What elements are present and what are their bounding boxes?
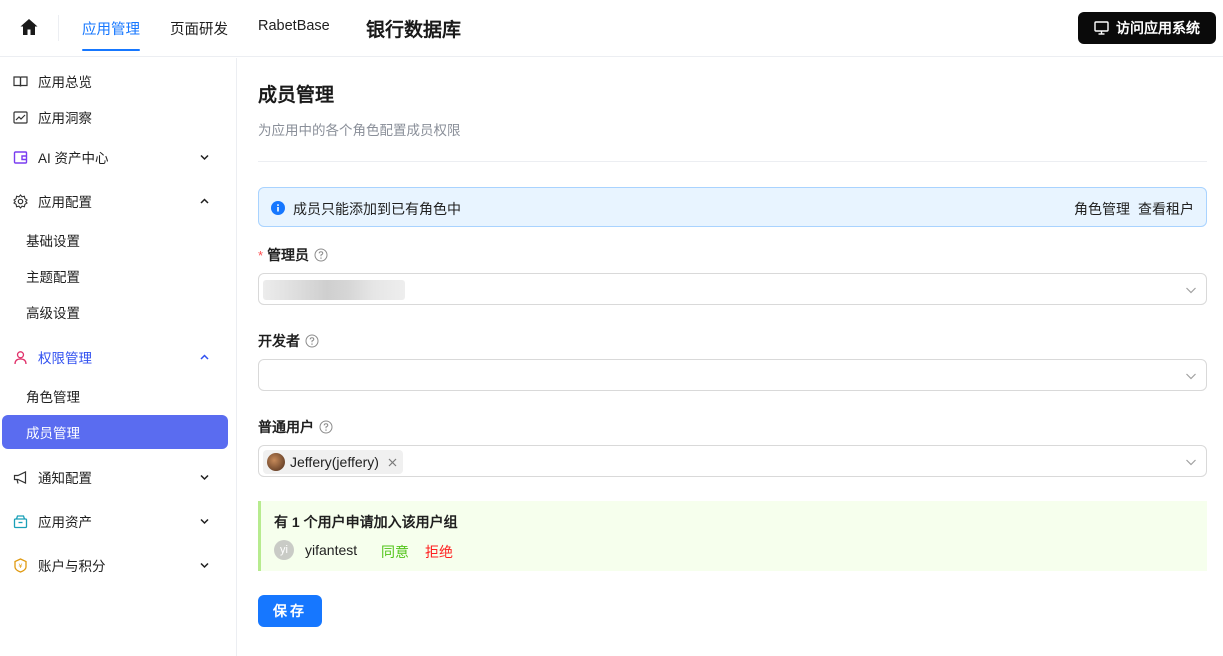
chevron-up-icon [200,198,209,204]
sidebar-item-member-management[interactable]: 成员管理 [2,415,228,449]
sidebar-item-app-overview[interactable]: 应用总览 [0,64,237,98]
avatar [267,453,285,471]
sidebar: 应用总览 应用洞察 AI 资产中心 应用配置 基础设置 主题配置 高级设置 权限… [0,58,237,656]
gear-icon [13,194,28,209]
info-alert-text: 成员只能添加到已有角色中 [293,201,461,217]
chevron-up-icon [200,354,209,360]
user-tag: Jeffery(jeffery) [263,450,403,474]
developer-select[interactable] [258,359,1207,391]
question-circle-icon[interactable] [305,334,319,348]
home-icon[interactable] [19,17,39,37]
sidebar-item-app-assets[interactable]: 应用资产 [0,504,237,538]
sidebar-item-label: 通知配置 [38,471,92,486]
sidebar-item-app-config[interactable]: 应用配置 [0,184,237,218]
sidebar-item-label: 应用总览 [38,75,92,90]
tab-rabetbase[interactable]: RabetBase [258,18,330,34]
sidebar-item-permission-management[interactable]: 权限管理 [0,340,237,374]
page-description: 为应用中的各个角色配置成员权限 [258,123,461,138]
wallet-icon [13,151,28,164]
info-alert: 成员只能添加到已有角色中 角色管理 查看租户 [258,187,1207,227]
chevron-down-icon [200,518,209,525]
sidebar-item-account-points[interactable]: ¥ 账户与积分 [0,548,237,582]
chevron-down-icon [1186,287,1196,294]
sidebar-item-label: 应用资产 [38,515,92,530]
top-navigation-bar: 应用管理 页面研发 RabetBase 银行数据库 访问应用系统 [0,0,1223,57]
view-tenants-link[interactable]: 查看租户 [1138,199,1194,219]
user-tag-label: Jeffery(jeffery) [290,454,379,470]
sidebar-item-label: 角色管理 [26,390,80,405]
sidebar-item-notification-config[interactable]: 通知配置 [0,460,237,494]
sidebar-item-role-management[interactable]: 角色管理 [2,379,228,413]
user-icon [14,351,27,365]
sidebar-item-label: 权限管理 [38,351,92,366]
sidebar-item-label: 成员管理 [26,426,80,441]
sidebar-item-label: AI 资产中心 [38,151,109,166]
join-request-title: 有 1 个用户申请加入该用户组 [274,514,458,530]
developer-label-text: 开发者 [258,333,300,349]
sidebar-item-app-insights[interactable]: 应用洞察 [0,100,237,134]
sidebar-item-label: 应用洞察 [38,111,92,126]
info-icon [271,201,285,215]
admin-value-redacted [263,280,405,300]
monitor-icon [1094,21,1109,35]
accept-button[interactable]: 同意 [381,542,409,562]
visit-app-system-button[interactable]: 访问应用系统 [1078,12,1216,44]
sidebar-item-label: 主题配置 [26,270,80,285]
role-management-link[interactable]: 角色管理 [1074,199,1130,219]
tab-page-development[interactable]: 页面研发 [170,18,228,39]
sidebar-item-ai-assets[interactable]: AI 资产中心 [0,140,237,174]
user-field-label: 普通用户 [258,417,333,437]
page-title: 成员管理 [258,85,335,106]
close-icon[interactable] [388,458,397,467]
sidebar-item-label: 基础设置 [26,234,80,249]
sidebar-item-label: 高级设置 [26,306,80,321]
join-request-panel: 有 1 个用户申请加入该用户组 yi yifantest 同意 拒绝 [258,501,1207,571]
chevron-down-icon [200,474,209,481]
chart-icon [13,111,28,124]
topbar-divider [58,15,59,41]
coin-icon: ¥ [14,558,27,573]
sidebar-item-basic-settings[interactable]: 基础设置 [2,223,228,257]
user-label-text: 普通用户 [258,419,314,435]
question-circle-icon[interactable] [314,248,328,262]
box-icon [13,515,28,529]
sidebar-item-advanced-settings[interactable]: 高级设置 [2,295,228,329]
admin-label-text: 管理员 [267,247,310,263]
svg-text:¥: ¥ [18,562,22,570]
chevron-down-icon [200,154,209,161]
avatar: yi [274,540,294,560]
sidebar-item-theme-config[interactable]: 主题配置 [2,259,228,293]
reject-button[interactable]: 拒绝 [425,542,453,562]
sidebar-item-label: 应用配置 [38,195,92,210]
visit-app-system-label: 访问应用系统 [1116,20,1200,36]
app-title: 银行数据库 [366,20,462,41]
admin-field-label: * 管理员 [258,245,328,265]
book-icon [13,76,28,87]
developer-field-label: 开发者 [258,331,319,351]
admin-select[interactable] [258,273,1207,305]
chevron-down-icon [1186,459,1196,466]
divider [258,161,1207,162]
user-select[interactable]: Jeffery(jeffery) [258,445,1207,477]
question-circle-icon[interactable] [319,420,333,434]
request-username: yifantest [305,542,358,558]
save-button[interactable]: 保存 [258,595,322,627]
tab-app-management[interactable]: 应用管理 [82,18,140,51]
sidebar-item-label: 账户与积分 [38,559,106,574]
megaphone-icon [13,471,27,484]
chevron-down-icon [200,562,209,569]
chevron-down-icon [1186,373,1196,380]
required-mark: * [258,247,264,263]
